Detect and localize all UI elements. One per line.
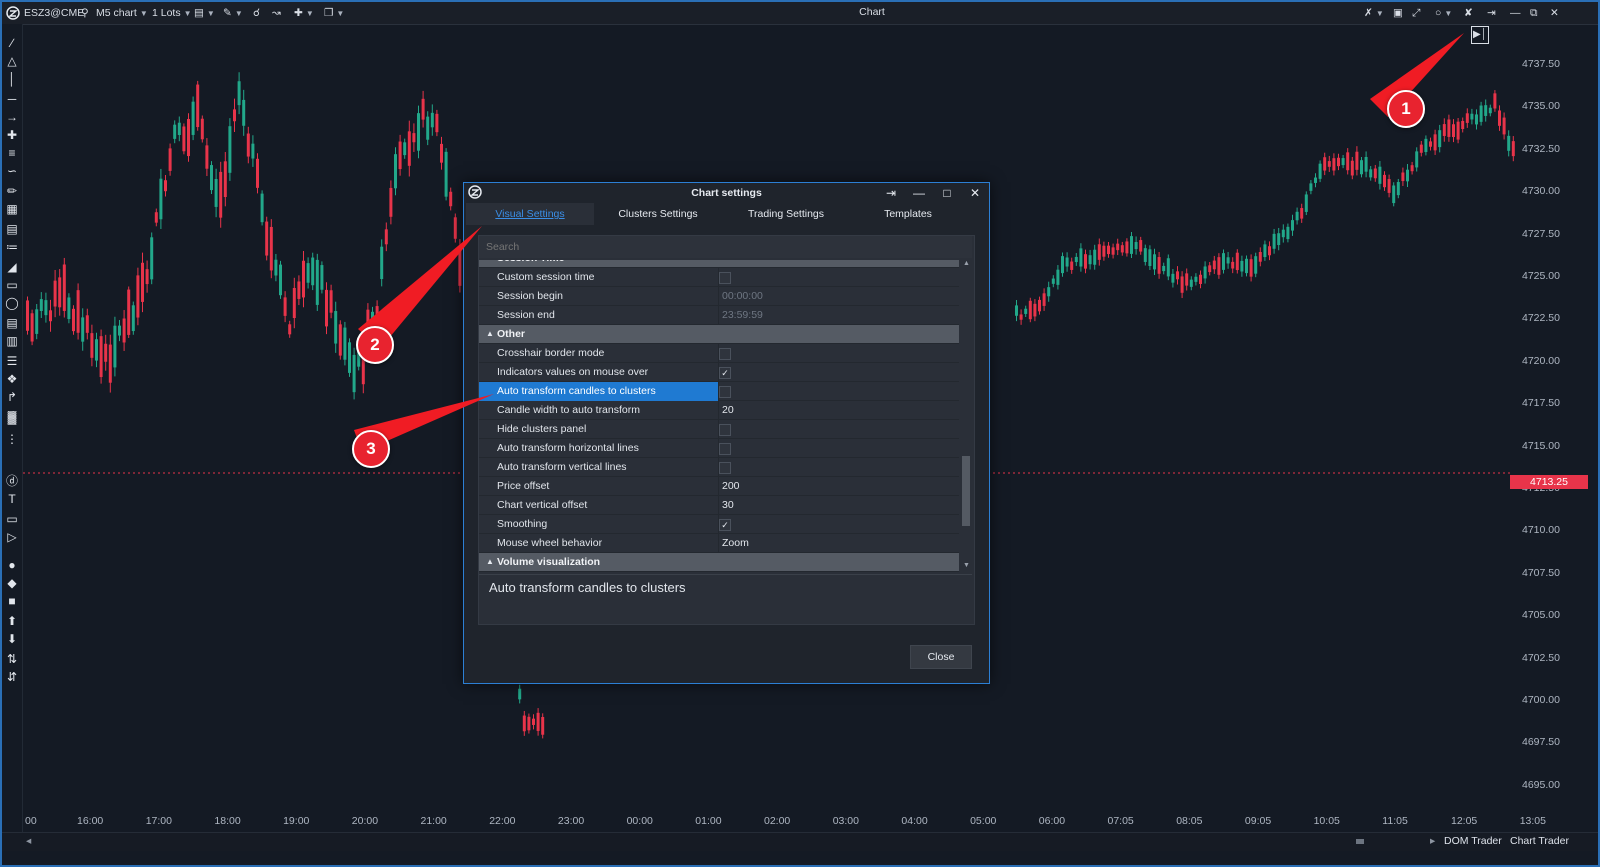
annotation-badge-3: 3 <box>352 430 390 468</box>
annotation-badge-1: 1 <box>1387 90 1425 128</box>
annotation-badge-2: 2 <box>356 326 394 364</box>
annotation-arrows <box>354 33 1464 452</box>
